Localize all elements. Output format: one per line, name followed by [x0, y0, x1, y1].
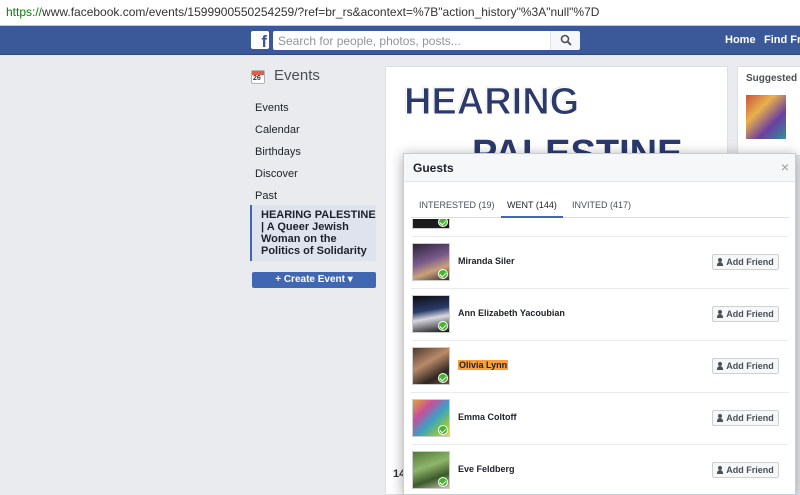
dialog-header: Guests ×	[404, 154, 795, 182]
list-item: Eve Feldberg Add Friend	[411, 445, 789, 495]
guest-name[interactable]: Ann Elizabeth Yacoubian	[458, 308, 565, 318]
went-check-icon	[438, 321, 448, 331]
cover-title-line1: HEARING	[403, 81, 580, 124]
avatar[interactable]	[412, 295, 450, 333]
url-path: www.facebook.com/events/1599900550254259…	[42, 5, 600, 19]
leftnav-current-event[interactable]: HEARING PALESTINE | A Queer Jewish Woman…	[250, 205, 376, 261]
calendar-day: 26	[253, 75, 261, 82]
calendar-icon: 26	[251, 70, 265, 84]
guest-list[interactable]: Miranda Siler Add Friend Ann Elizabeth Y…	[404, 219, 795, 495]
guest-name[interactable]: Emma Coltoff	[458, 412, 517, 422]
guests-dialog: Guests × INTERESTED (19) WENT (144) INVI…	[403, 153, 796, 495]
url-protocol: https://	[6, 5, 43, 19]
avatar[interactable]	[412, 399, 450, 437]
events-title[interactable]: Events	[274, 67, 320, 84]
went-check-icon	[438, 373, 448, 383]
close-icon[interactable]: ×	[781, 160, 789, 174]
logo-letter: f	[261, 32, 267, 51]
add-friend-label: Add Friend	[726, 309, 774, 319]
add-person-icon	[717, 362, 724, 370]
add-friend-button[interactable]: Add Friend	[712, 254, 779, 270]
search-box[interactable]	[273, 31, 550, 50]
add-friend-button[interactable]: Add Friend	[712, 462, 779, 478]
list-item: Ann Elizabeth Yacoubian Add Friend	[411, 289, 789, 341]
nav-find-friends-link[interactable]: Find Frie	[764, 34, 800, 46]
add-friend-button[interactable]: Add Friend	[712, 410, 779, 426]
suggested-events-heading: Suggested Ev	[746, 73, 800, 84]
add-friend-label: Add Friend	[726, 361, 774, 371]
list-item: Miranda Siler Add Friend	[411, 237, 789, 289]
add-person-icon	[717, 310, 724, 318]
events-left-nav: Events Calendar Birthdays Discover Past	[255, 97, 380, 207]
leftnav-item-events[interactable]: Events	[255, 97, 380, 119]
went-check-icon	[438, 219, 448, 227]
guest-name[interactable]: Olivia Lynn	[458, 360, 509, 370]
facebook-logo-icon[interactable]: f	[251, 31, 269, 51]
list-item	[411, 219, 789, 237]
dialog-title: Guests	[413, 161, 454, 175]
suggested-event-thumbnail[interactable]	[746, 95, 786, 139]
tab-went[interactable]: WENT (144)	[501, 192, 563, 218]
tab-invited[interactable]: INVITED (417)	[566, 192, 637, 218]
create-event-button[interactable]: + Create Event ▾	[252, 272, 376, 288]
add-friend-label: Add Friend	[726, 413, 774, 423]
avatar[interactable]	[412, 347, 450, 385]
search-input[interactable]	[273, 31, 550, 50]
guest-name[interactable]: Miranda Siler	[458, 256, 515, 266]
add-person-icon	[717, 414, 724, 422]
nav-home-link[interactable]: Home	[725, 34, 756, 46]
add-friend-button[interactable]: Add Friend	[712, 306, 779, 322]
top-navigation-bar: f Home Find Frie	[0, 26, 800, 55]
search-button[interactable]	[550, 31, 580, 50]
leftnav-item-discover[interactable]: Discover	[255, 163, 380, 185]
leftnav-item-calendar[interactable]: Calendar	[255, 119, 380, 141]
add-friend-label: Add Friend	[726, 257, 774, 267]
went-check-icon	[438, 269, 448, 279]
went-check-icon	[438, 425, 448, 435]
avatar[interactable]	[412, 219, 450, 229]
tab-interested[interactable]: INTERESTED (19)	[413, 192, 501, 218]
url-text[interactable]: https://www.facebook.com/events/15999005…	[6, 5, 599, 19]
search-icon	[560, 34, 572, 46]
list-item: Emma Coltoff Add Friend	[411, 393, 789, 445]
guest-tabs: INTERESTED (19) WENT (144) INVITED (417)	[411, 192, 789, 218]
add-friend-button[interactable]: Add Friend	[712, 358, 779, 374]
list-item: Olivia Lynn Add Friend	[411, 341, 789, 393]
leftnav-item-past[interactable]: Past	[255, 185, 380, 207]
avatar[interactable]	[412, 243, 450, 281]
leftnav-item-birthdays[interactable]: Birthdays	[255, 141, 380, 163]
went-check-icon	[438, 477, 448, 487]
add-friend-label: Add Friend	[726, 465, 774, 475]
avatar[interactable]	[412, 451, 450, 489]
add-person-icon	[717, 258, 724, 266]
guest-name[interactable]: Eve Feldberg	[458, 464, 515, 474]
add-person-icon	[717, 466, 724, 474]
browser-address-bar[interactable]: https://www.facebook.com/events/15999005…	[0, 0, 800, 26]
suggested-events-panel: Suggested Ev	[737, 66, 800, 156]
